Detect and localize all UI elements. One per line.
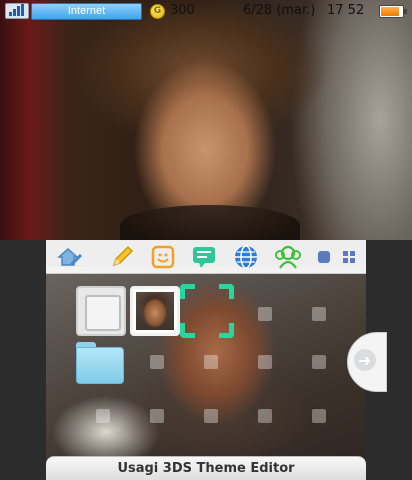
grid-dot (96, 409, 110, 423)
grid-view-icon[interactable] (339, 243, 359, 271)
selection-cursor[interactable] (180, 284, 234, 338)
battery-icon (379, 5, 407, 18)
chat-bubble-icon[interactable] (190, 243, 218, 271)
friends-icon[interactable] (274, 243, 302, 271)
grid-dot (312, 307, 326, 321)
top-screen: Internet G 300 6/28 (mar.) 17 52 (0, 0, 412, 240)
arrow-right-icon: ➜ (358, 351, 372, 370)
connection-status: Internet (31, 3, 142, 20)
bottom-screen: Y L + R (0, 240, 412, 480)
folder-icon[interactable] (76, 342, 124, 384)
empty-slot[interactable] (76, 286, 126, 336)
internet-globe-icon[interactable] (232, 243, 260, 271)
time-display: 17 52 (327, 3, 365, 18)
grid-dot (312, 355, 326, 369)
status-bar: Internet G 300 6/28 (mar.) 17 52 (0, 0, 412, 22)
grid-dot (258, 355, 272, 369)
top-wallpaper-shirt (120, 205, 300, 240)
home-menu-bar (46, 240, 366, 274)
single-view-icon[interactable] (314, 243, 334, 271)
left-frame (0, 240, 46, 480)
app-title-bar: Usagi 3DS Theme Editor (46, 456, 366, 480)
grid-dot (150, 409, 164, 423)
grid-dot (204, 409, 218, 423)
photo-thumbnail (136, 292, 174, 330)
grid-dot (258, 409, 272, 423)
photo-slot[interactable] (130, 286, 180, 336)
home-settings-icon[interactable] (56, 243, 84, 271)
pencil-icon[interactable] (108, 243, 136, 271)
play-coin-icon: G (150, 4, 165, 19)
grid-dot (204, 355, 218, 369)
battery-fill (381, 7, 399, 16)
signal-bars-icon (5, 3, 29, 19)
coin-count: 300 (170, 3, 195, 18)
date-display: 6/28 (mar.) (243, 3, 316, 18)
miiverse-face-icon[interactable] (149, 243, 177, 271)
grid-dot (150, 355, 164, 369)
grid-dot (312, 409, 326, 423)
grid-dot (258, 307, 272, 321)
